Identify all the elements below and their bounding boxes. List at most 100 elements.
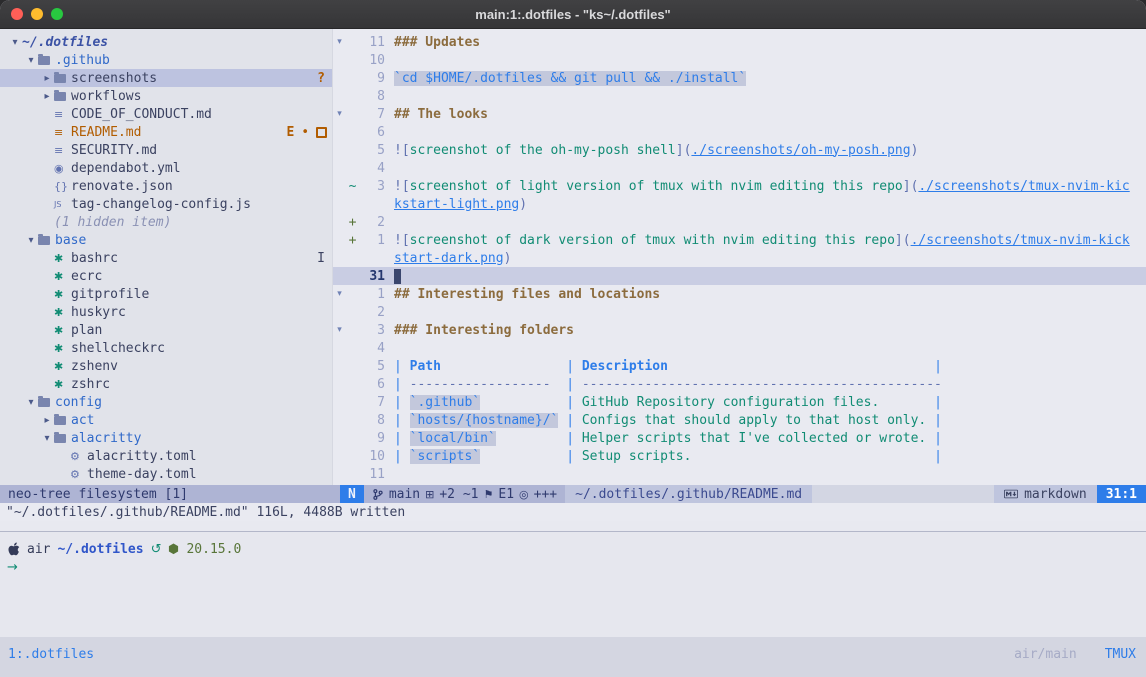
indent-spacer (40, 181, 54, 192)
indent-spacer (40, 379, 54, 390)
editor-line[interactable]: 11 (333, 465, 1146, 483)
line-number: 6 (359, 377, 385, 392)
tree-item-label: huskyrc (71, 305, 126, 320)
editor-line[interactable]: +1![screenshot of dark version of tmux w… (333, 231, 1146, 249)
nvim-bottom-gap (0, 521, 1146, 531)
editor-line[interactable]: 4 (333, 159, 1146, 177)
tree-item-label: theme-day.toml (87, 467, 197, 482)
tree-item-alacritty[interactable]: ▾alacritty (0, 429, 332, 447)
tree-item-label: config (55, 395, 102, 410)
line-number: 1 (359, 233, 385, 248)
editor-line[interactable]: ▾3### Interesting folders (333, 321, 1146, 339)
tree-item-huskyrc[interactable]: ✱huskyrc (0, 303, 332, 321)
tree-item-label: dependabot.yml (71, 161, 181, 176)
tree-item-readme-md[interactable]: ≡README.mdE• (0, 123, 332, 141)
tree-item-base[interactable]: ▾base (0, 231, 332, 249)
folder-icon (54, 92, 66, 101)
tree-item-plan[interactable]: ✱plan (0, 321, 332, 339)
tree-item-1-hidden-item[interactable]: (1 hidden item) (0, 213, 332, 231)
folder-icon (38, 56, 50, 65)
chevron-down-icon[interactable]: ▾ (8, 37, 22, 48)
tree-item-security-md[interactable]: ≡SECURITY.md (0, 141, 332, 159)
fullscreen-button[interactable] (51, 8, 63, 20)
indent-spacer (40, 271, 54, 282)
tree-item-code-of-conduct-md[interactable]: ≡CODE_OF_CONDUCT.md (0, 105, 332, 123)
editor-line[interactable]: 9| `local/bin` | Helper scripts that I'v… (333, 429, 1146, 447)
editor-line[interactable]: ~3![screenshot of light version of tmux … (333, 177, 1146, 195)
editor-line[interactable]: 10 (333, 51, 1146, 69)
chevron-down-icon[interactable]: ▾ (24, 235, 38, 246)
tmux-label: TMUX (1105, 647, 1136, 662)
fold-open-icon[interactable]: ▾ (333, 109, 346, 119)
tree-item-dependabot-yml[interactable]: ◉dependabot.yml (0, 159, 332, 177)
tree-item-theme-day-toml[interactable]: ⚙theme-day.toml (0, 465, 332, 483)
tree-item-shellcheckrc[interactable]: ✱shellcheckrc (0, 339, 332, 357)
editor-line[interactable]: 5![screenshot of the oh-my-posh shell](.… (333, 141, 1146, 159)
editor-cursor-line[interactable]: 31 (333, 267, 1146, 285)
refresh-icon: ↺ (151, 542, 162, 557)
tree-item-zshrc[interactable]: ✱zshrc (0, 375, 332, 393)
close-button[interactable] (11, 8, 23, 20)
tree-item-github[interactable]: ▾.github (0, 51, 332, 69)
toml-icon: ⚙ (70, 468, 87, 481)
chevron-right-icon[interactable]: ▸ (40, 415, 54, 426)
tree-item-screenshots[interactable]: ▸screenshots? (0, 69, 332, 87)
node-version: 20.15.0 (186, 542, 241, 557)
indent-spacer (40, 217, 54, 228)
editor-line[interactable]: start-dark.png) (333, 249, 1146, 267)
editor-line[interactable]: ▾11### Updates (333, 33, 1146, 51)
tree-item-ecrc[interactable]: ✱ecrc (0, 267, 332, 285)
fold-open-icon[interactable]: ▾ (333, 37, 346, 47)
minimize-button[interactable] (31, 8, 43, 20)
chevron-right-icon[interactable]: ▸ (40, 73, 54, 84)
editor-line[interactable]: 8| `hosts/{hostname}/` | Configs that sh… (333, 411, 1146, 429)
tree-item-workflows[interactable]: ▸workflows (0, 87, 332, 105)
indent-spacer (40, 343, 54, 354)
tree-item-tag-changelog-config-js[interactable]: JStag-changelog-config.js (0, 195, 332, 213)
json-icon: {} (54, 180, 71, 193)
editor-line[interactable]: kstart-light.png) (333, 195, 1146, 213)
editor-line[interactable]: 6| ------------------ | ----------------… (333, 375, 1146, 393)
tree-item-label: README.md (71, 125, 141, 140)
tree-item-gitprofile[interactable]: ✱gitprofile (0, 285, 332, 303)
line-number: 9 (359, 431, 385, 446)
shell-pane[interactable]: air ~/.dotfiles ↺ 20.15.0 → (0, 532, 1146, 637)
editor-line[interactable]: 5| Path | Description | (333, 357, 1146, 375)
line-number: 7 (359, 395, 385, 410)
chevron-down-icon[interactable]: ▾ (24, 55, 38, 66)
editor-line[interactable]: ▾1## Interesting files and locations (333, 285, 1146, 303)
dot-badge: • (301, 125, 309, 140)
tree-item-renovate-json[interactable]: {}renovate.json (0, 177, 332, 195)
editor-line[interactable]: 8 (333, 87, 1146, 105)
line-text: `cd $HOME/.dotfiles && git pull && ./ins… (394, 71, 1146, 86)
editor-line[interactable]: ▾7## The looks (333, 105, 1146, 123)
tree-item-dotfiles[interactable]: ▾~/.dotfiles (0, 33, 332, 51)
nodejs-icon (168, 543, 179, 555)
editor-line[interactable]: +2 (333, 213, 1146, 231)
editor-line[interactable]: 6 (333, 123, 1146, 141)
chevron-right-icon[interactable]: ▸ (40, 91, 54, 102)
fold-open-icon[interactable]: ▾ (333, 289, 346, 299)
tree-item-zshenv[interactable]: ✱zshenv (0, 357, 332, 375)
neotree-sidebar[interactable]: ▾~/.dotfiles▾.github▸screenshots?▸workfl… (0, 29, 333, 485)
neotree-status-text: neo-tree filesystem [1] (8, 487, 188, 502)
tree-item-bashrc[interactable]: ✱bashrcI (0, 249, 332, 267)
editor-line[interactable]: 9`cd $HOME/.dotfiles && git pull && ./in… (333, 69, 1146, 87)
tmux-window-item[interactable]: 1:.dotfiles (8, 647, 94, 662)
tree-item-alacritty-toml[interactable]: ⚙alacritty.toml (0, 447, 332, 465)
fold-open-icon[interactable]: ▾ (333, 325, 346, 335)
prompt-arrow: → (7, 560, 1146, 578)
editor-line[interactable]: 2 (333, 303, 1146, 321)
tree-item-act[interactable]: ▸act (0, 411, 332, 429)
indent-spacer (40, 199, 54, 210)
chevron-down-icon[interactable]: ▾ (40, 433, 54, 444)
editor-line[interactable]: 4 (333, 339, 1146, 357)
tree-item-config[interactable]: ▾ config (0, 393, 332, 411)
editor-line[interactable]: 10| `scripts` | Setup scripts. | (333, 447, 1146, 465)
indent-spacer (40, 361, 54, 372)
line-number: 4 (359, 161, 385, 176)
chevron-down-icon[interactable]: ▾ (24, 397, 38, 408)
editor-pane[interactable]: ▾11### Updates109`cd $HOME/.dotfiles && … (333, 29, 1146, 485)
editor-line[interactable]: 7| `.github` | GitHub Repository configu… (333, 393, 1146, 411)
markdown-icon: ≡ (54, 108, 71, 121)
